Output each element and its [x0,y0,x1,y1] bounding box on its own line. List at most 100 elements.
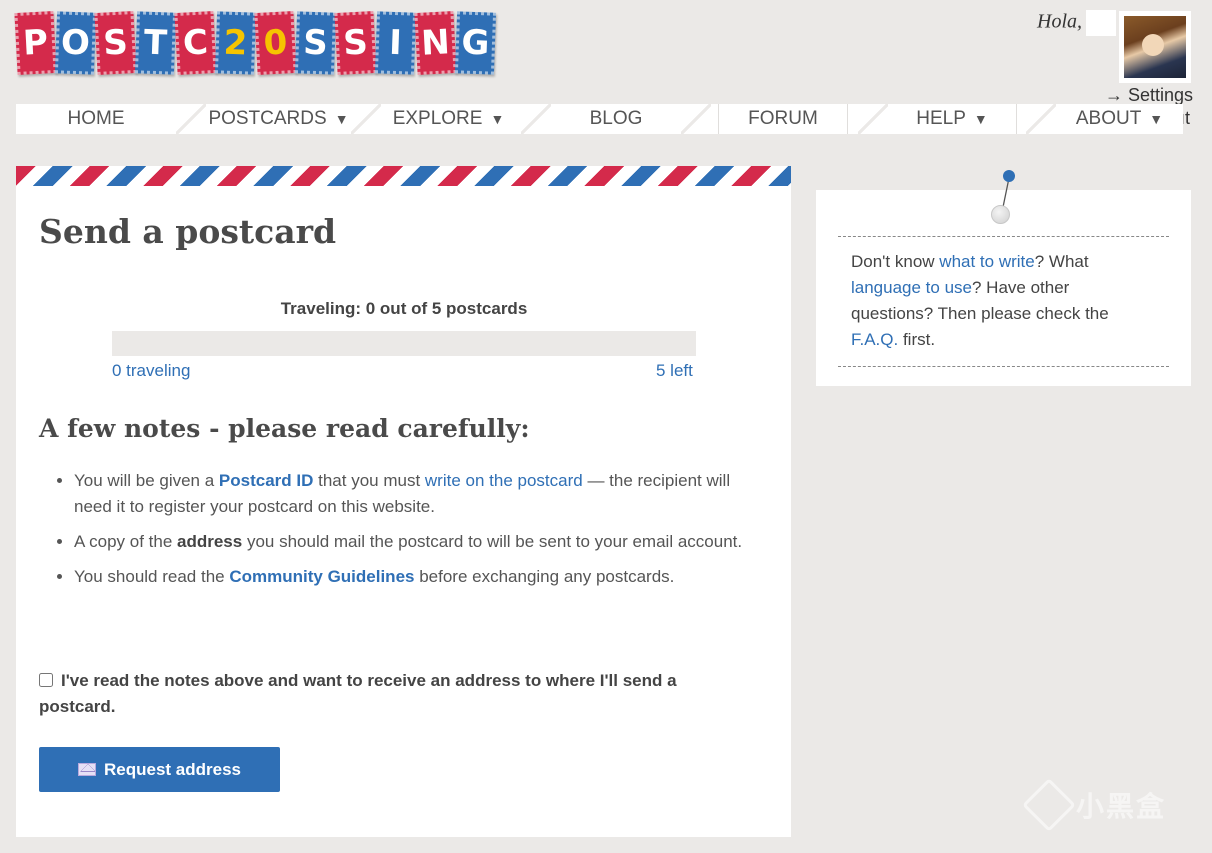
note-text: before exchanging any postcards. [414,567,675,586]
logo-stamp: I [374,11,417,75]
logo-letter: N [420,22,451,64]
address-emphasis: address [177,532,243,551]
nav-forum[interactable]: FORUM [719,104,847,134]
logo-letter: O [60,22,91,64]
logo-stamp: 0 [254,11,297,75]
divider [838,366,1169,367]
chevron-down-icon: ▼ [973,111,988,127]
logo-stamp: S [294,11,337,75]
watermark: 小黑盒 [1022,778,1167,832]
logo-stamp: O [54,11,97,75]
logo-letter: P [22,22,49,64]
avatar[interactable] [1119,11,1191,83]
faq-link[interactable]: F.A.Q. [851,330,898,349]
left-count-link[interactable]: 5 left [656,361,693,381]
logo-letter: G [460,22,491,64]
logo-letter: 0 [262,22,289,64]
note-text: You will be given a [74,471,219,490]
nav-home-label: HOME [67,108,125,129]
postcard-id-link[interactable]: Postcard ID [219,471,313,490]
confirm-notes-text: I've read the notes above and want to re… [39,671,677,716]
pin-base-icon [991,205,1010,224]
help-text-part: ? What [1034,252,1089,271]
nav-postcards-label: POSTCARDS [208,108,327,129]
main-nav: HOME POSTCARDS ▼ EXPLORE ▼ BLOG FORUM HELP… [16,104,1183,134]
notes-heading: A few notes - please read carefully: [39,414,530,443]
community-guidelines-link[interactable]: Community Guidelines [229,567,414,586]
list-item: You will be given a Postcard ID that you… [74,468,744,520]
logo-letter: C [181,22,209,64]
note-text: You should read the [74,567,230,586]
nav-separator [351,104,381,134]
logo-letter: I [388,22,403,64]
nav-separator [858,104,888,134]
what-to-write-link[interactable]: what to write [939,252,1034,271]
divider [838,236,1169,237]
nav-help[interactable]: HELP ▼ [888,104,1016,134]
notes-list: You will be given a Postcard ID that you… [74,468,744,599]
username-redacted [1086,10,1116,36]
logo-letter: S [102,22,129,64]
nav-forum-label: FORUM [748,108,818,129]
pushpin-icon [1003,170,1015,182]
note-text: A copy of the [74,532,178,551]
site-logo[interactable]: POSTC20SSING [14,11,497,75]
help-text: Don't know what to write? What language … [851,249,1151,353]
avatar-image [1124,16,1186,78]
nav-separator [847,104,848,134]
logo-stamp: P [14,11,57,75]
nav-postcards[interactable]: POSTCARDS ▼ [206,104,351,134]
nav-about-label: ABOUT [1075,108,1142,129]
language-to-use-link[interactable]: language to use [851,278,972,297]
note-text: that you must [313,471,425,490]
request-address-label: Request address [104,759,241,779]
nav-explore-label: EXPLORE [392,108,483,129]
nav-separator [681,104,711,134]
nav-explore[interactable]: EXPLORE ▼ [381,104,516,134]
logo-stamp: N [414,11,457,75]
user-greeting: Hola, [1037,10,1116,36]
confirm-notes-checkbox[interactable] [39,673,53,687]
nav-home[interactable]: HOME [16,104,176,134]
help-text-part: Don't know [851,252,940,271]
nav-separator [521,104,551,134]
nav-about[interactable]: ABOUT ▼ [1056,104,1183,134]
nav-separator [1016,104,1017,134]
logo-stamp: S [94,11,137,75]
envelope-icon [78,763,96,776]
watermark-logo-icon [1022,778,1076,832]
traveling-progress-bar [112,331,696,356]
airmail-stripe [16,166,791,186]
logo-stamp: T [134,11,177,75]
settings-link[interactable]: → Settings [1105,85,1193,106]
help-text-part: first. [898,330,936,349]
request-address-button[interactable]: Request address [39,747,280,792]
logo-letter: S [342,22,369,64]
nav-blog[interactable]: BLOG [551,104,681,134]
logo-stamp: 2 [214,11,257,75]
logo-stamp: S [334,11,377,75]
nav-separator [176,104,206,134]
chevron-down-icon: ▼ [490,111,505,127]
logo-letter: S [302,22,329,64]
nav-blog-label: BLOG [589,108,643,129]
traveling-status: Traveling: 0 out of 5 postcards [280,299,528,318]
logo-letter: T [143,22,168,64]
logo-stamp: G [454,11,497,75]
nav-separator [1026,104,1056,134]
logo-stamp: C [174,11,217,75]
traveling-count-link[interactable]: 0 traveling [112,361,190,381]
logo-letter: 2 [222,22,249,64]
watermark-text: 小黑盒 [1076,790,1167,823]
list-item: A copy of the address you should mail th… [74,529,744,555]
chevron-down-icon: ▼ [334,111,349,127]
list-item: You should read the Community Guidelines… [74,564,744,590]
nav-help-label: HELP [916,108,966,129]
note-text: you should mail the postcard to will be … [242,532,743,551]
send-postcard-card: Send a postcard Traveling: 0 out of 5 po… [16,186,791,837]
write-on-postcard-link[interactable]: write on the postcard [425,471,583,490]
greeting-text: Hola, [1037,10,1082,33]
page-title: Send a postcard [39,212,337,251]
chevron-down-icon: ▼ [1149,111,1164,127]
confirm-notes-label[interactable]: I've read the notes above and want to re… [39,668,739,720]
